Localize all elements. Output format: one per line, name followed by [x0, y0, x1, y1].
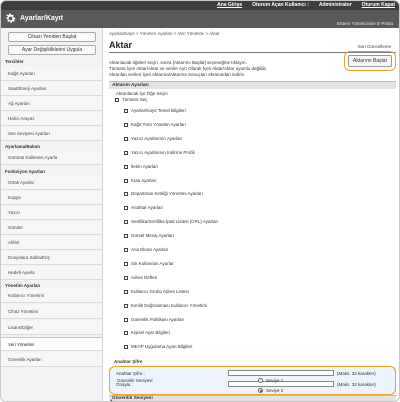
export-item-checkbox[interactable] — [124, 234, 128, 239]
apply-changes-button[interactable]: Ayar Değişikliklerini Uygula — [8, 45, 96, 55]
sidebar-item-external-interface[interactable]: Harici Arayüz — [1, 112, 102, 126]
level-2-label: Seviye 2 — [266, 388, 284, 393]
items-to-export-label: Aktarılacak İçe Öğe Seçin — [116, 91, 168, 96]
level-2-radio[interactable] — [258, 388, 263, 393]
breadcrumb: Ayarlar/Kayıt > Yönetim Ayarları > Veri … — [109, 31, 220, 36]
export-item-checkbox[interactable] — [124, 136, 128, 141]
export-item-checkbox[interactable] — [124, 220, 128, 225]
sidebar-item-timer-energy[interactable]: Saat/Enerji Ayarları — [1, 82, 102, 96]
sidebar-item-common[interactable]: Ortak Ayarlar — [1, 176, 102, 190]
export-item-label: Güvenlik Politikası Ayarları — [131, 316, 185, 322]
sidebar-item-copy[interactable]: Kopya — [1, 191, 102, 205]
select-all-label: Tümünü Seç — [122, 97, 148, 102]
export-item-label: İletim Ayarları — [131, 163, 159, 169]
export-item-checkbox[interactable] — [124, 261, 128, 266]
sidebar-heading-management: Yönetim Ayarları — [5, 283, 41, 288]
main-content: Ayarlar/Kayıt > Yönetim Ayarları > Veri … — [104, 28, 399, 401]
export-item-checkbox[interactable] — [124, 275, 128, 280]
sidebar-heading-preferences: Tercihler — [5, 59, 24, 64]
sidebar-item-set-destination[interactable]: Hedefi Ayarla — [1, 266, 102, 280]
header: Ayarlar/Kayıt Sistem Yöneticisine E-Post… — [1, 10, 399, 28]
export-item-label: MEAP Uygulama Ayarı Bilgileri — [131, 344, 193, 350]
export-item-label: Departman Kimliği Yönetimi Ayarları — [131, 191, 203, 197]
description-line-2: Tümünü İçeri Aktar/Aktar ve veriler Ayrı… — [109, 66, 267, 71]
home-link[interactable]: Ana Girişe — [217, 2, 242, 8]
export-item-label: Sertifika/Sertifika İptal Listesi (CRL) … — [131, 219, 219, 225]
logged-in-user-label: Oturum Açan Kullanıcı : — [252, 2, 309, 8]
sidebar-item-image-quality[interactable]: Görüntü Kalitesini Ayarla — [1, 151, 102, 165]
select-all-checkbox[interactable] — [115, 98, 119, 102]
gear-icon — [6, 13, 16, 23]
export-item-label: Görsel Mesaj Ayarları — [131, 233, 174, 239]
export-item-checkbox[interactable] — [124, 178, 128, 183]
sidebar-item-device-management[interactable]: Cihaz Yönetimi — [1, 305, 102, 319]
description-line-3: Aktarılan verileri İçeri Aktarma/Aktarma… — [109, 72, 246, 77]
export-item-checkbox[interactable] — [124, 206, 128, 211]
sidebar-heading-function-settings: Fonksiyon Ayarları — [5, 169, 46, 174]
level-1-radio[interactable] — [258, 378, 263, 383]
export-item-checkbox[interactable] — [124, 164, 128, 169]
sidebar-item-printer[interactable]: Yazıcı — [1, 206, 102, 220]
export-item-label: Kutu Ayarları — [131, 177, 157, 183]
export-item-checkbox[interactable] — [124, 150, 128, 155]
encryption-password-heading: Anahtar Şifre — [114, 359, 143, 364]
sidebar-item-store-access-files[interactable]: Dosyalara Sakla/Eriş — [1, 251, 102, 265]
export-item-checkbox[interactable] — [124, 303, 128, 308]
export-item-label: Kağıt Türü Yönetim Ayarları — [131, 121, 187, 127]
export-item-checkbox[interactable] — [124, 289, 128, 294]
sidebar-item-volume[interactable]: Ses Seviyesi Ayarları — [1, 127, 102, 141]
top-bar: Ana Girişe Oturum Açan Kullanıcı : Admin… — [1, 1, 399, 10]
sidebar-heading-adjustment: Ayarlama/Bakım — [5, 144, 40, 149]
export-item-checkbox[interactable] — [124, 122, 128, 127]
export-item-label: Ayarlar/Kayıt Temel Bilgileri — [131, 108, 186, 113]
level-1-label: Seviye 1 — [266, 378, 284, 383]
export-settings-header: Aktarım Ayarları — [109, 81, 396, 89]
export-item-label: Adres Defteri — [131, 274, 158, 280]
export-item-label: Anahtar Ayarları — [131, 205, 164, 211]
export-item-checkbox[interactable] — [124, 192, 128, 197]
start-export-button[interactable]: Aktarımı Başlat — [348, 55, 392, 67]
email-admin-link[interactable]: Sistem Yöneticisine E-Posta — [337, 21, 393, 26]
sidebar-item-security-settings[interactable]: Güvenlik Ayarları — [1, 353, 102, 367]
page-title: Aktar — [109, 40, 133, 50]
sidebar: Cihazı Yeniden Başlat Ayar Değişiklikler… — [1, 28, 103, 401]
restart-device-button[interactable]: Cihazı Yeniden Başlat — [8, 32, 96, 42]
export-item-label: Ana Ekran Ayarları — [131, 247, 169, 252]
sidebar-item-network[interactable]: Ağ Ayarları — [1, 97, 102, 111]
export-item-label: Kullanıcı Grubu Adres Listesi — [131, 288, 189, 294]
last-updated-label: Son Güncelleme — [357, 44, 391, 49]
export-item-checkbox[interactable] — [124, 345, 128, 350]
export-item-checkbox[interactable] — [124, 248, 128, 252]
security-level-label: Güvenlik Seviyesi — [117, 378, 153, 383]
export-item-label: Yazıcı Ayarlarının İndirme Profili — [131, 149, 195, 155]
back-to-top-icon[interactable]: ▲ — [109, 398, 114, 401]
sidebar-item-paper-settings[interactable]: Kağıt Ayarları — [1, 67, 102, 81]
description-line-1: Aktarılacak öğeleri seçin, sonra [Aktarı… — [109, 60, 247, 65]
security-level-header: Güvenlik Seviyesi — [109, 395, 396, 401]
export-item-label: Kimlik Doğrulaması Kullanıcı Yönetimi — [131, 302, 207, 308]
app-title: Ayarlar/Kayıt — [20, 15, 63, 22]
sidebar-item-send[interactable]: Gönder — [1, 221, 102, 235]
export-item-label: Sık Kullanılan Ayarlar — [131, 260, 174, 266]
user-name: Administrator — [318, 2, 352, 8]
sidebar-item-user-management[interactable]: Kullanıcı Yönetimi — [1, 289, 102, 303]
export-item-label: Yazıcı Ayarlarının Ayarları — [131, 135, 183, 141]
window: Ana Girişe Oturum Açan Kullanıcı : Admin… — [0, 0, 400, 402]
sidebar-item-data-management[interactable]: Veri Yönetimi — [1, 337, 102, 351]
export-item-checkbox[interactable] — [124, 109, 128, 113]
sidebar-item-license-other[interactable]: Lisans/Diğer — [1, 321, 102, 335]
export-item-label: Kişisel Ayar Bilgileri — [131, 330, 170, 336]
export-item-checkbox[interactable] — [124, 331, 128, 336]
logout-link[interactable]: Oturum Kapat — [362, 2, 395, 8]
sidebar-item-receive-forward[interactable]: Al/İlet — [1, 236, 102, 250]
export-item-checkbox[interactable] — [124, 317, 128, 322]
